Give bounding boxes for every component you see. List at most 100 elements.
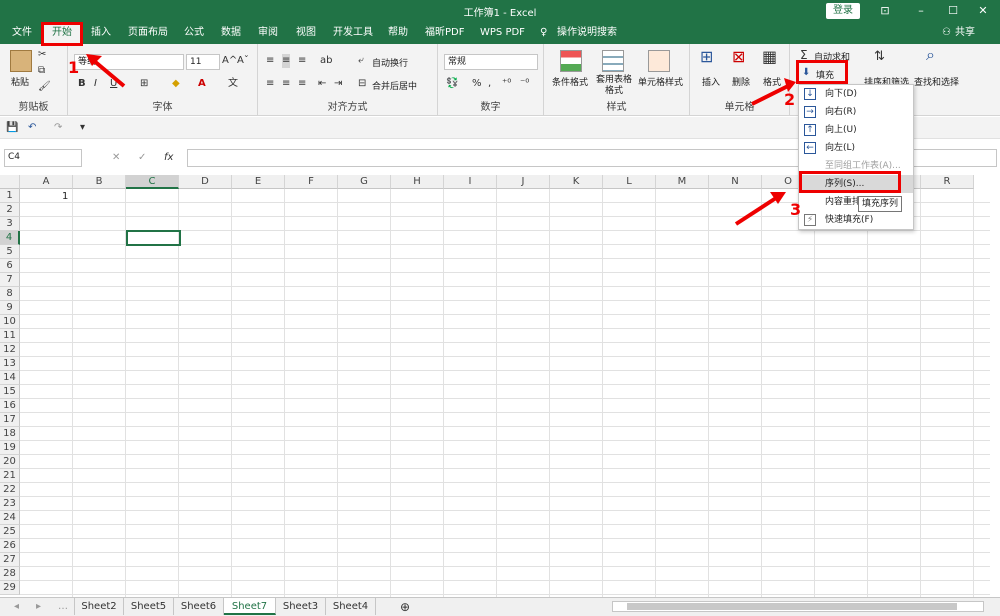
more-sheets-icon[interactable]: … <box>58 600 68 614</box>
row-header-10[interactable]: 10 <box>0 315 20 329</box>
paste-icon[interactable] <box>10 50 32 72</box>
merge-center-icon[interactable]: ⊟ <box>358 77 366 91</box>
phonetic-icon[interactable]: 文 <box>228 77 238 91</box>
sheet-tab-sheet2[interactable]: Sheet2 <box>74 598 124 615</box>
row-header-7[interactable]: 7 <box>0 273 20 287</box>
insert-function-button[interactable]: fx <box>164 151 173 165</box>
currency-icon[interactable]: 💱 <box>446 77 458 91</box>
close-icon[interactable]: ✕ <box>968 2 998 20</box>
row-header-3[interactable]: 3 <box>0 217 20 231</box>
minimize-icon[interactable]: – <box>906 2 936 20</box>
column-header-h[interactable]: H <box>391 175 444 189</box>
find-select-icon[interactable]: ⌕ <box>926 47 935 63</box>
row-header-15[interactable]: 15 <box>0 385 20 399</box>
row-header-6[interactable]: 6 <box>0 259 20 273</box>
row-header-14[interactable]: 14 <box>0 371 20 385</box>
column-header-f[interactable]: F <box>285 175 338 189</box>
share-button[interactable]: 共享 <box>955 22 975 44</box>
copy-icon[interactable]: ⧉ <box>38 64 45 78</box>
column-header-e[interactable]: E <box>232 175 285 189</box>
italic-button[interactable]: I <box>94 77 97 91</box>
row-header-23[interactable]: 23 <box>0 497 20 511</box>
tab-data[interactable]: 数据 <box>221 22 241 44</box>
cell-styles-button[interactable]: 单元格样式 <box>638 75 683 88</box>
row-header-18[interactable]: 18 <box>0 427 20 441</box>
column-header-d[interactable]: D <box>179 175 232 189</box>
fill-down-item[interactable]: ↓ 向下(D) <box>799 85 913 103</box>
sheet-tab-sheet6[interactable]: Sheet6 <box>174 598 224 615</box>
decrease-decimal-icon[interactable]: ⁻⁰ <box>520 77 529 91</box>
font-name-select[interactable]: 等线 <box>74 54 184 70</box>
row-header-24[interactable]: 24 <box>0 511 20 525</box>
font-size-select[interactable]: 11 <box>186 54 220 70</box>
wrap-text-button[interactable]: 自动换行 <box>372 56 408 69</box>
align-left-icon[interactable]: ≡ <box>266 77 274 91</box>
cell-a1[interactable]: 1 <box>62 191 68 202</box>
scrollbar-thumb[interactable] <box>627 603 957 610</box>
column-header-l[interactable]: L <box>603 175 656 189</box>
tell-me-search[interactable]: 操作说明搜索 <box>557 22 617 44</box>
delete-cells-button[interactable]: 删除 <box>732 75 750 88</box>
row-header-5[interactable]: 5 <box>0 245 20 259</box>
column-header-a[interactable]: A <box>20 175 73 189</box>
find-select-button[interactable]: 查找和选择 <box>914 75 959 88</box>
top-align-icon[interactable]: ≡ <box>266 54 274 68</box>
conditional-format-button[interactable]: 条件格式 <box>552 75 588 88</box>
maximize-icon[interactable]: ☐ <box>938 2 968 20</box>
share-icon[interactable]: ⚇ <box>942 22 951 44</box>
percent-button[interactable]: % <box>472 77 482 91</box>
customize-qat-icon[interactable]: ▾ <box>80 121 85 135</box>
column-header-n[interactable]: N <box>709 175 762 189</box>
row-header-13[interactable]: 13 <box>0 357 20 371</box>
ribbon-display-icon[interactable]: ⊡ <box>870 2 900 20</box>
comma-button[interactable]: , <box>488 77 491 91</box>
tab-review[interactable]: 审阅 <box>258 22 278 44</box>
tab-wps-pdf[interactable]: WPS PDF <box>480 22 525 44</box>
row-header-19[interactable]: 19 <box>0 441 20 455</box>
login-button[interactable]: 登录 <box>826 3 860 19</box>
grow-font-icon[interactable]: A^ <box>222 54 237 68</box>
increase-indent-icon[interactable]: ⇥ <box>334 77 342 91</box>
sheet-tab-sheet7[interactable]: Sheet7 <box>224 598 276 615</box>
redo-icon[interactable]: ↷ <box>54 121 62 135</box>
active-cell-c4[interactable] <box>126 230 181 246</box>
column-header-k[interactable]: K <box>550 175 603 189</box>
row-header-4[interactable]: 4 <box>0 231 20 245</box>
row-header-28[interactable]: 28 <box>0 567 20 581</box>
horizontal-scrollbar[interactable] <box>612 601 984 612</box>
column-header-b[interactable]: B <box>73 175 126 189</box>
add-sheet-icon[interactable]: ⊕ <box>400 600 410 614</box>
fill-right-item[interactable]: → 向右(R) <box>799 103 913 121</box>
fill-up-item[interactable]: ↑ 向上(U) <box>799 121 913 139</box>
row-header-1[interactable]: 1 <box>0 189 20 203</box>
tab-formulas[interactable]: 公式 <box>184 22 204 44</box>
worksheet-grid[interactable]: ABCDEFGHIJKLMNOPQR 123456789101112131415… <box>0 175 990 597</box>
borders-icon[interactable]: ⊞ <box>140 77 148 91</box>
row-header-27[interactable]: 27 <box>0 553 20 567</box>
row-header-17[interactable]: 17 <box>0 413 20 427</box>
paste-button[interactable]: 粘贴 <box>11 75 29 88</box>
undo-icon[interactable]: ↶ <box>28 121 36 135</box>
decrease-indent-icon[interactable]: ⇤ <box>318 77 326 91</box>
bold-button[interactable]: B <box>78 77 86 91</box>
align-right-icon[interactable]: ≡ <box>298 77 306 91</box>
column-header-i[interactable]: I <box>444 175 497 189</box>
row-header-29[interactable]: 29 <box>0 581 20 595</box>
row-header-11[interactable]: 11 <box>0 329 20 343</box>
row-header-25[interactable]: 25 <box>0 525 20 539</box>
row-header-2[interactable]: 2 <box>0 203 20 217</box>
merge-center-button[interactable]: 合并后居中 <box>372 79 417 92</box>
row-header-26[interactable]: 26 <box>0 539 20 553</box>
number-format-select[interactable]: 常规 <box>444 54 538 70</box>
column-header-c[interactable]: C <box>126 175 179 189</box>
middle-align-icon[interactable]: ≡ <box>282 54 291 68</box>
save-icon[interactable]: 💾 <box>6 121 18 135</box>
format-as-table-icon[interactable] <box>602 50 624 72</box>
underline-button[interactable]: U <box>110 77 117 91</box>
enter-icon[interactable]: ✓ <box>138 151 146 165</box>
insert-cells-button[interactable]: 插入 <box>702 75 720 88</box>
cut-icon[interactable]: ✂ <box>38 48 46 62</box>
fill-left-item[interactable]: ← 向左(L) <box>799 139 913 157</box>
tab-help[interactable]: 帮助 <box>388 22 408 44</box>
tab-page-layout[interactable]: 页面布局 <box>128 22 168 44</box>
